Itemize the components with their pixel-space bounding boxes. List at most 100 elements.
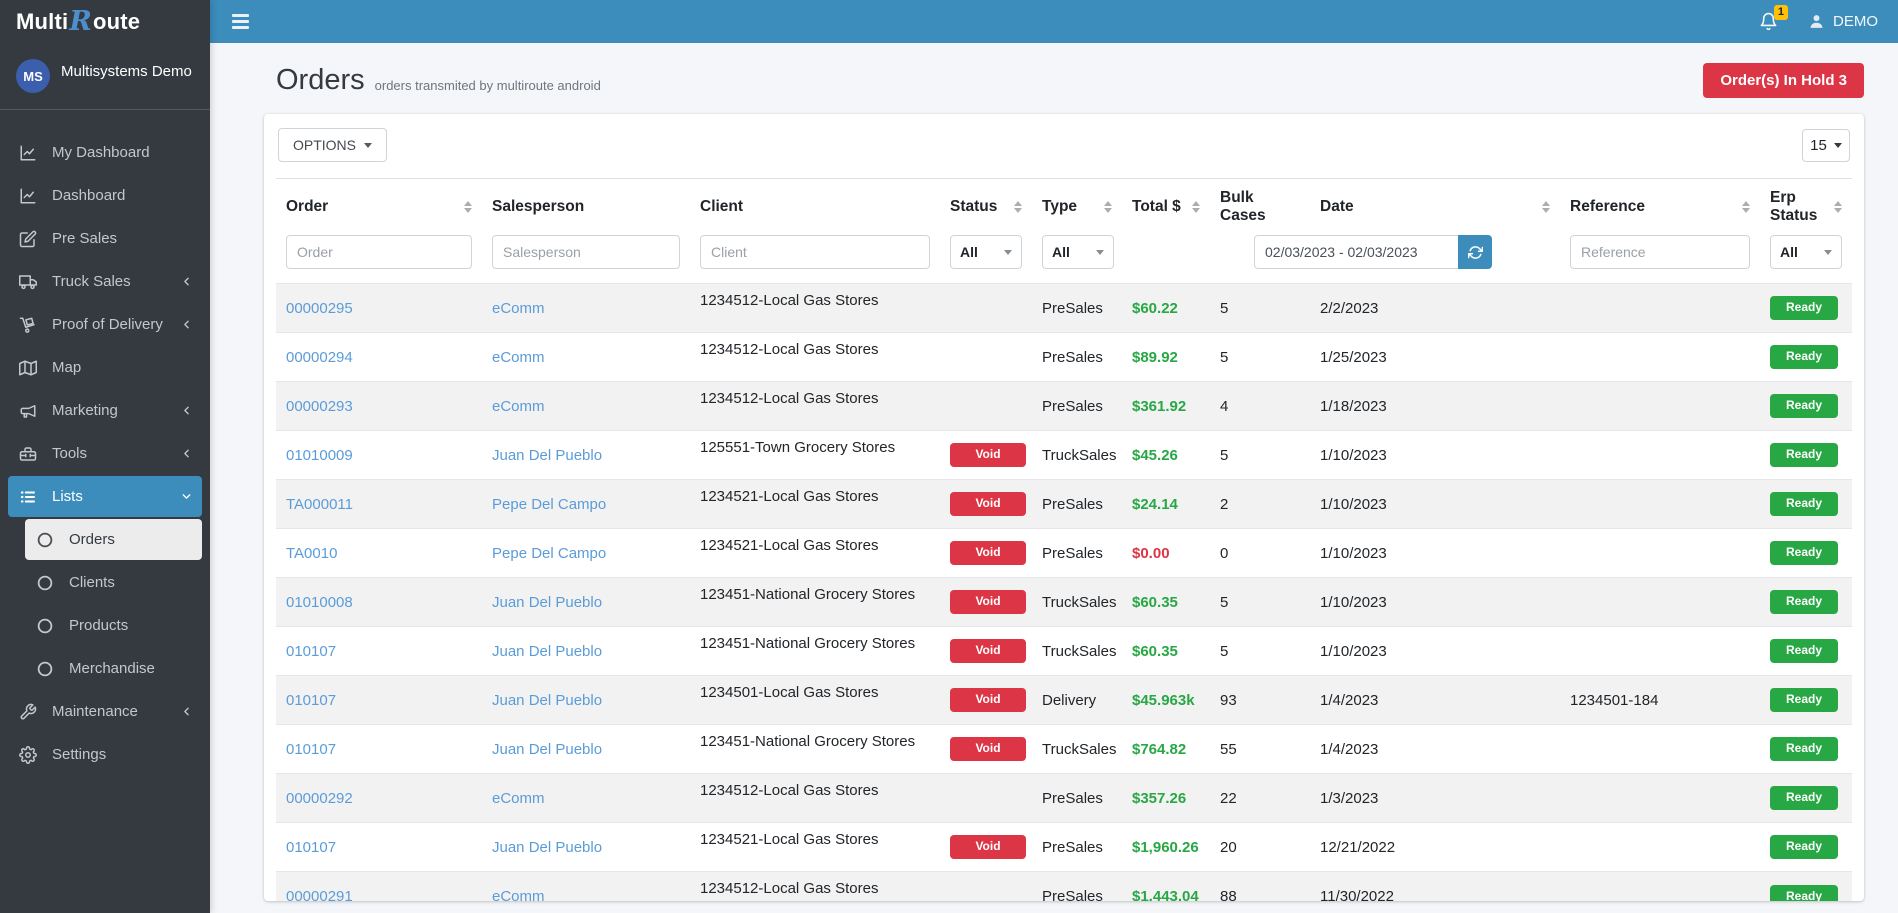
order-link[interactable]: TA0010 — [286, 545, 337, 562]
order-link[interactable]: 00000291 — [286, 888, 353, 901]
card-toolbar: OPTIONS 15 — [276, 128, 1852, 162]
salesperson-link[interactable]: Juan Del Pueblo — [492, 839, 602, 856]
salesperson-link[interactable]: Juan Del Pueblo — [492, 692, 602, 709]
status-badge: Void — [950, 737, 1026, 760]
sidebar-item-lists[interactable]: Lists — [8, 476, 202, 517]
sidebar-item-marketing[interactable]: Marketing — [8, 390, 202, 431]
user-panel[interactable]: MS Multisystems Demo — [0, 43, 210, 110]
sidebar-item-dashboard[interactable]: Dashboard — [8, 175, 202, 216]
order-link[interactable]: 01010009 — [286, 447, 353, 464]
erp-status-filter-value: All — [1780, 244, 1798, 260]
column-header-total-[interactable]: Total $ — [1122, 179, 1210, 234]
column-header-reference[interactable]: Reference — [1560, 179, 1760, 234]
salesperson-filter-input[interactable] — [492, 235, 680, 269]
sort-icon[interactable] — [1742, 201, 1750, 213]
salesperson-link[interactable]: eComm — [492, 349, 545, 366]
sidebar-item-proof-of-delivery[interactable]: Proof of Delivery — [8, 304, 202, 345]
sidebar-item-merchandise[interactable]: Merchandise — [25, 648, 202, 689]
salesperson-link[interactable]: eComm — [492, 790, 545, 807]
type-cell: PreSales — [1032, 480, 1122, 529]
chevron-left-icon — [180, 447, 193, 460]
column-label: Status — [950, 198, 997, 216]
sidebar-item-pre-sales[interactable]: Pre Sales — [8, 218, 202, 259]
status-filter-select[interactable]: All — [950, 235, 1022, 269]
order-link[interactable]: 01010008 — [286, 594, 353, 611]
user-menu[interactable]: DEMO — [1808, 13, 1878, 30]
order-link[interactable]: 00000292 — [286, 790, 353, 807]
salesperson-link[interactable]: Pepe Del Campo — [492, 545, 606, 562]
column-header-erp-status[interactable]: Erp Status — [1760, 179, 1852, 234]
salesperson-link[interactable]: eComm — [492, 888, 545, 901]
order-link[interactable]: 010107 — [286, 741, 336, 758]
date-cell: 1/4/2023 — [1310, 725, 1560, 774]
status-badge: Void — [950, 688, 1026, 711]
sort-icon[interactable] — [464, 201, 472, 213]
reference-cell: 1234501-184 — [1560, 676, 1760, 725]
page-title: Orders — [276, 64, 365, 97]
salesperson-link[interactable]: eComm — [492, 398, 545, 415]
order-link[interactable]: 010107 — [286, 839, 336, 856]
erp-status-cell: Ready — [1760, 823, 1852, 872]
column-header-type[interactable]: Type — [1032, 179, 1122, 234]
notifications-button[interactable]: 1 — [1759, 12, 1778, 31]
client-cell: 123451-National Grocery Stores — [690, 725, 940, 774]
sidebar-item-my-dashboard[interactable]: My Dashboard — [8, 132, 202, 173]
erp-status-cell: Ready — [1760, 333, 1852, 382]
column-header-status[interactable]: Status — [940, 179, 1032, 234]
sidebar-item-tools[interactable]: Tools — [8, 433, 202, 474]
sidebar-item-products[interactable]: Products — [25, 605, 202, 646]
sidebar-item-settings[interactable]: Settings — [8, 734, 202, 775]
reference-cell — [1560, 823, 1760, 872]
date-range-input[interactable] — [1254, 235, 1458, 269]
order-filter-input[interactable] — [286, 235, 472, 269]
salesperson-link[interactable]: Pepe Del Campo — [492, 496, 606, 513]
salesperson-link[interactable]: Juan Del Pueblo — [492, 643, 602, 660]
sort-icon[interactable] — [1542, 201, 1550, 213]
column-header-order[interactable]: Order — [276, 179, 482, 234]
salesperson-link[interactable]: Juan Del Pueblo — [492, 447, 602, 464]
sort-icon[interactable] — [1192, 201, 1200, 213]
client-filter-input[interactable] — [700, 235, 930, 269]
client-cell: 1234512-Local Gas Stores — [690, 774, 940, 823]
table-row: 00000294 eComm 1234512-Local Gas Stores … — [276, 333, 1852, 382]
erp-status-badge: Ready — [1770, 737, 1838, 760]
erp-status-filter-select[interactable]: All — [1770, 235, 1842, 269]
type-cell: TruckSales — [1032, 725, 1122, 774]
erp-status-badge: Ready — [1770, 296, 1838, 319]
reference-cell — [1560, 333, 1760, 382]
hamburger-menu-icon[interactable] — [230, 10, 251, 33]
sidebar-item-label: Products — [69, 617, 128, 634]
brand-logo[interactable]: MultiRoute — [0, 0, 210, 43]
sidebar-item-map[interactable]: Map — [8, 347, 202, 388]
refresh-dates-button[interactable] — [1458, 235, 1492, 269]
erp-status-cell: Ready — [1760, 284, 1852, 333]
type-filter-select[interactable]: All — [1042, 235, 1114, 269]
salesperson-link[interactable]: Juan Del Pueblo — [492, 594, 602, 611]
sidebar-item-truck-sales[interactable]: Truck Sales — [8, 261, 202, 302]
page-size-select[interactable]: 15 — [1802, 129, 1850, 162]
order-link[interactable]: 010107 — [286, 643, 336, 660]
date-cell: 1/10/2023 — [1310, 480, 1560, 529]
order-link[interactable]: 00000294 — [286, 349, 353, 366]
options-button[interactable]: OPTIONS — [278, 128, 387, 162]
sidebar-item-label: Pre Sales — [52, 230, 117, 247]
reference-cell — [1560, 725, 1760, 774]
column-label: Reference — [1570, 198, 1645, 216]
salesperson-link[interactable]: eComm — [492, 300, 545, 317]
date-cell: 1/3/2023 — [1310, 774, 1560, 823]
sort-icon[interactable] — [1014, 201, 1022, 213]
order-link[interactable]: 00000295 — [286, 300, 353, 317]
sort-icon[interactable] — [1104, 201, 1112, 213]
reference-filter-input[interactable] — [1570, 235, 1750, 269]
sidebar-item-maintenance[interactable]: Maintenance — [8, 691, 202, 732]
sort-icon[interactable] — [1834, 201, 1842, 213]
column-header-date[interactable]: Date — [1310, 179, 1560, 234]
order-link[interactable]: 00000293 — [286, 398, 353, 415]
order-link[interactable]: 010107 — [286, 692, 336, 709]
sidebar-item-clients[interactable]: Clients — [25, 562, 202, 603]
order-link[interactable]: TA000011 — [286, 496, 353, 513]
salesperson-link[interactable]: Juan Del Pueblo — [492, 741, 602, 758]
orders-in-hold-button[interactable]: Order(s) In Hold 3 — [1703, 63, 1864, 98]
sidebar-item-orders[interactable]: Orders — [25, 519, 202, 560]
column-header-client: Client — [690, 179, 940, 234]
